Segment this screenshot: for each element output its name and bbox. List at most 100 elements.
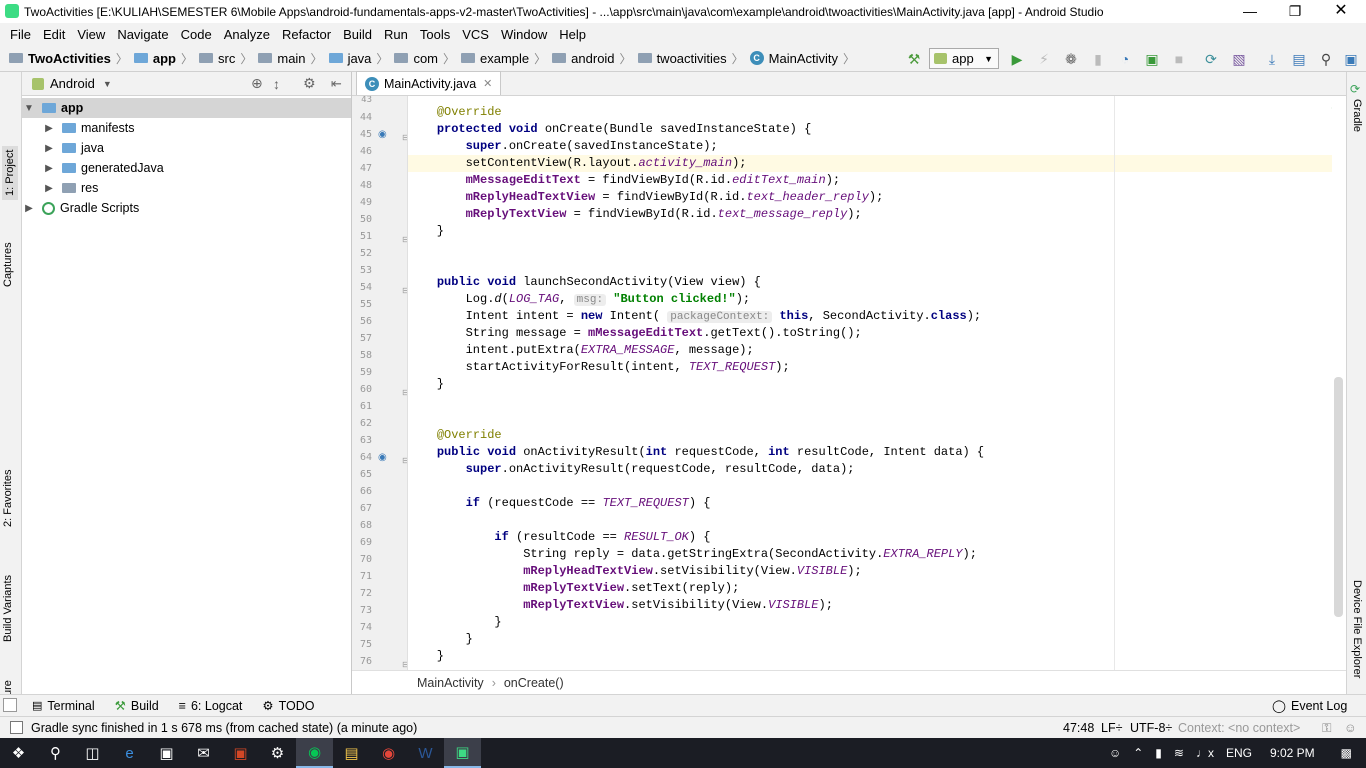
control-panel-icon[interactable]: ⚙ [259,738,296,768]
sdk-manager-icon[interactable]: ⤓ [1261,48,1283,70]
volume-muted-icon[interactable]: ♩x [1190,746,1220,760]
tab-favorites[interactable]: 2: Favorites [2,470,14,527]
wifi-icon[interactable]: ≋ [1168,746,1190,760]
powerpoint-icon[interactable]: ▣ [222,738,259,768]
status-toggle-icon[interactable] [10,721,23,734]
edge-icon[interactable]: e [111,738,148,768]
search-icon[interactable]: ⚲ [37,738,74,768]
editor-breadcrumb-class[interactable]: MainActivity [417,676,484,690]
editor-breadcrumb-method[interactable]: onCreate() [504,676,564,690]
breadcrumb-example[interactable]: example 〉 [458,50,549,67]
apply-code-changes-icon[interactable]: ▣ [1141,48,1163,70]
expand-arrow-icon[interactable]: ▶ [42,163,56,174]
clock[interactable]: 9:02 PM [1264,746,1321,760]
gradle-icon[interactable]: ⟳ [1350,82,1360,96]
menu-navigate[interactable]: Navigate [111,27,174,42]
windows-start-icon[interactable]: ❖ [0,738,37,768]
menu-run[interactable]: Run [378,27,414,42]
tab-captures[interactable]: Captures [2,242,14,287]
tab-mainactivity-java[interactable]: C MainActivity.java ✕ [356,71,502,95]
caret-position[interactable]: 47:48 [1063,721,1094,735]
event-log-button[interactable]: ◯ Event Log [1262,698,1357,714]
run-config-select[interactable]: app ▼ [929,48,999,69]
tab-build-variants[interactable]: Build Variants [2,575,14,642]
stop-icon[interactable]: ■ [1168,48,1190,70]
terminal-tool-button[interactable]: ▤ Terminal [22,699,105,713]
tab-device-file-explorer[interactable]: Device File Explorer [1351,580,1363,678]
expand-arrow-icon[interactable]: ▼ [22,103,36,114]
line-separator[interactable]: LF÷ [1101,721,1122,735]
collapse-all-icon[interactable]: ↕ [273,76,280,92]
battery-icon[interactable]: ▮ [1149,746,1168,760]
close-tab-icon[interactable]: ✕ [483,77,492,90]
status-message[interactable]: Gradle sync finished in 1 s 678 ms (from… [31,721,417,735]
expand-arrow-icon[interactable]: ▶ [22,203,36,214]
store-icon[interactable]: ▣ [148,738,185,768]
tree-item-res[interactable]: ▶ res [22,178,351,198]
code-area[interactable]: @Override protected void onCreate(Bundle… [408,96,1332,670]
context-indicator[interactable]: Context: <no context> [1178,721,1300,735]
file-explorer-icon[interactable]: ▤ [333,738,370,768]
breadcrumb-java[interactable]: java 〉 [326,50,392,67]
close-icon[interactable]: ✕ [1318,0,1364,23]
mail-icon[interactable]: ✉ [185,738,222,768]
breadcrumb-com[interactable]: com 〉 [391,50,458,67]
tree-item-gradle-scripts[interactable]: ▶ Gradle Scripts [22,198,351,218]
breadcrumb-twoactivities[interactable]: twoactivities 〉 [635,50,747,67]
chevron-down-icon[interactable]: ▼ [103,79,112,89]
menu-build[interactable]: Build [337,27,378,42]
menu-help[interactable]: Help [553,27,592,42]
people-icon[interactable]: ☺ [1103,746,1127,760]
menu-window[interactable]: Window [495,27,553,42]
run-icon[interactable]: ▶ [1006,48,1028,70]
tab-project[interactable]: 1: Project [2,145,18,200]
logcat-tool-button[interactable]: ≡ 6: Logcat [169,699,253,713]
menu-analyze[interactable]: Analyze [218,27,276,42]
menu-code[interactable]: Code [175,27,218,42]
project-view-select[interactable]: Android [50,76,95,91]
hide-panel-icon[interactable]: ⇤ [331,76,342,92]
avd-manager-icon[interactable]: ▧ [1228,48,1250,70]
minimize-icon[interactable]: — [1227,0,1273,23]
todo-tool-button[interactable]: ⚙ TODO [252,698,324,714]
sync-gradle-icon[interactable]: ⟳ [1200,48,1222,70]
build-tool-button[interactable]: ⚒ Build [105,698,169,714]
line-app-icon[interactable]: ◉ [296,738,333,768]
language-indicator[interactable]: ENG [1220,746,1258,760]
menu-view[interactable]: View [71,27,111,42]
tree-item-java[interactable]: ▶ java [22,138,351,158]
profile-icon[interactable]: ◔ [1114,48,1136,70]
tab-gradle[interactable]: Gradle [1351,99,1363,132]
expand-arrow-icon[interactable]: ▶ [42,143,56,154]
word-icon[interactable]: W [407,738,444,768]
chrome-icon[interactable]: ◉ [370,738,407,768]
android-studio-taskbar-icon[interactable]: ▣ [444,738,481,768]
notifications-icon[interactable]: ▩ [1335,746,1358,760]
restore-icon[interactable]: ❐ [1272,0,1318,23]
breadcrumb-project[interactable]: TwoActivities 〉 [6,50,131,67]
breadcrumb-mainactivity[interactable]: C MainActivity 〉 [747,50,858,67]
help-icon[interactable]: ▣ [1340,48,1362,70]
override-marker-icon[interactable]: ◉ [378,452,387,463]
file-encoding[interactable]: UTF-8÷ [1130,721,1172,735]
tree-item-app[interactable]: ▼ app [22,98,351,118]
menu-vcs[interactable]: VCS [456,27,495,42]
project-structure-icon[interactable]: ▤ [1288,48,1310,70]
debug-icon[interactable]: ❁ [1060,48,1082,70]
lock-icon[interactable]: ⚿ [1322,721,1332,736]
breadcrumb-src[interactable]: src 〉 [196,50,255,67]
menu-file[interactable]: File [4,27,37,42]
apply-changes-icon[interactable]: ⚡ [1033,48,1055,70]
breadcrumb-app[interactable]: app 〉 [131,50,196,67]
expand-arrow-icon[interactable]: ▶ [42,183,56,194]
attach-debugger-icon[interactable]: ▮ [1087,48,1109,70]
tree-item-manifests[interactable]: ▶ manifests [22,118,351,138]
chevron-up-icon[interactable]: ⌃ [1127,746,1149,760]
toggle-tool-windows-icon[interactable] [3,698,17,712]
tree-item-generatedjava[interactable]: ▶ generatedJava [22,158,351,178]
menu-tools[interactable]: Tools [414,27,456,42]
breadcrumb-main[interactable]: main 〉 [255,50,325,67]
menu-refactor[interactable]: Refactor [276,27,337,42]
make-project-icon[interactable]: ⚒ [903,48,925,70]
inspector-icon[interactable]: ☺ [1344,721,1357,735]
